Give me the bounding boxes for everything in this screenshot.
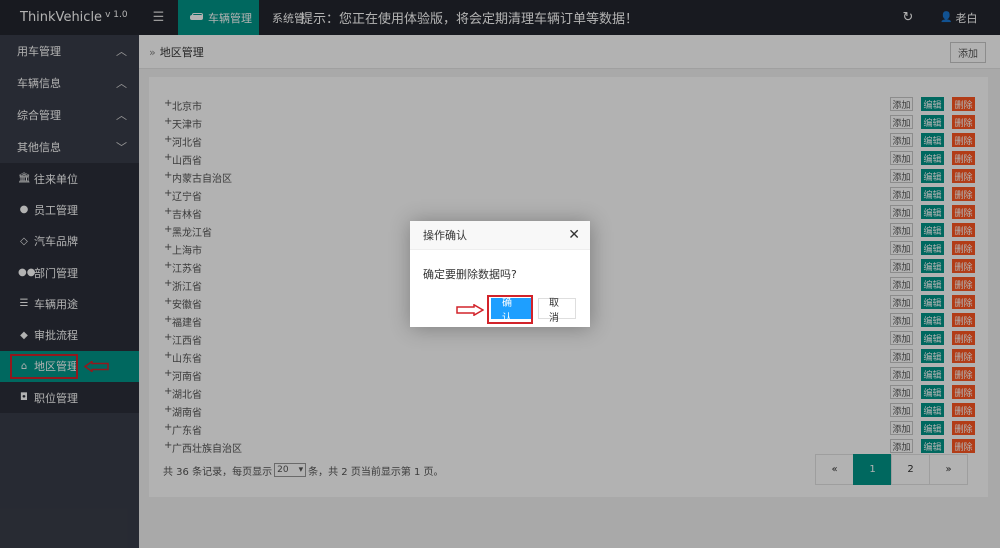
annotation-arrow-icon <box>456 304 484 316</box>
dialog-title-text: 操作确认 <box>423 229 467 242</box>
dialog-title: 操作确认 ✕ <box>410 221 590 250</box>
dialog-message: 确定要删除数据吗? <box>423 268 517 281</box>
annotation-highlight-box <box>487 295 533 324</box>
close-icon[interactable]: ✕ <box>568 227 580 243</box>
cancel-button[interactable]: 取消 <box>538 298 576 324</box>
